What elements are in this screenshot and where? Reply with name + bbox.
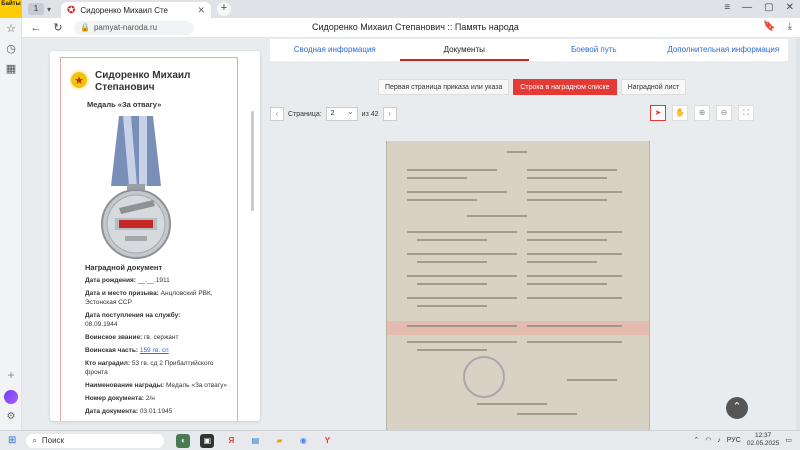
hero-name: Сидоренко Михаил Степанович bbox=[95, 70, 191, 93]
hero-card-frame: ★ Сидоренко Михаил Степанович Медаль «За… bbox=[60, 57, 238, 421]
scanned-document-image[interactable] bbox=[386, 141, 650, 430]
field-draft: Дата и место призыва: Анцловский РВК, Эс… bbox=[85, 290, 213, 306]
page-label: Страница: bbox=[288, 110, 322, 118]
address-bar-actions: 🔖 ⤓ bbox=[763, 21, 792, 32]
history-icon[interactable]: ◷ bbox=[0, 38, 22, 58]
add-panel-icon[interactable]: + bbox=[0, 368, 22, 382]
page-scrollbar[interactable] bbox=[796, 39, 800, 430]
field-awarded-by: Кто наградил: 53 гв. сд 2 Прибалтийского… bbox=[85, 360, 214, 376]
field-doc-date: Дата документа: 03.01.1945 bbox=[85, 408, 173, 415]
alice-assistant-icon[interactable] bbox=[4, 390, 18, 404]
prev-page-button[interactable]: ‹ bbox=[270, 107, 284, 121]
tab-combat-path[interactable]: Боевой путь bbox=[529, 39, 659, 61]
tab-title: Сидоренко Михаил Сте bbox=[80, 5, 168, 15]
bookmarks-icon[interactable]: ☆ bbox=[0, 18, 22, 38]
hand-tool-icon[interactable]: ✋ bbox=[672, 105, 688, 121]
subtab-award-sheet[interactable]: Наградной лист bbox=[620, 79, 687, 95]
back-arrow-icon[interactable]: ← bbox=[28, 22, 44, 34]
widget-icon[interactable]: ◐ bbox=[176, 433, 191, 448]
tab-additional-info[interactable]: Дополнительная информация bbox=[659, 39, 789, 61]
clock[interactable]: 12:37 02.05.2025 bbox=[747, 432, 780, 448]
chrome-icon[interactable]: ◉ bbox=[296, 434, 310, 448]
yandex-icon[interactable]: Y bbox=[320, 434, 334, 448]
section-tabs: Сводная информация Документы Боевой путь… bbox=[270, 39, 788, 61]
zoom-out-icon[interactable]: ⊖ bbox=[716, 105, 732, 121]
field-birth-date: Дата рождения: __.__.1911 bbox=[85, 277, 170, 284]
page-total: из 42 bbox=[361, 110, 379, 118]
field-rank: Воинское звание: гв. сержант bbox=[85, 334, 179, 341]
browser-tab-active[interactable]: ✪ Сидоренко Михаил Сте ✕ bbox=[61, 2, 212, 18]
site-favicon-icon: ✪ bbox=[67, 4, 76, 16]
field-service-start: Дата поступления на службу: 08.09.1944 bbox=[85, 312, 181, 328]
medal-image bbox=[101, 116, 171, 259]
new-tab-button[interactable]: + bbox=[217, 2, 232, 16]
page-select[interactable]: 2 bbox=[325, 106, 358, 121]
menu-icon[interactable]: ≡ bbox=[724, 2, 730, 13]
card-scrollbar[interactable] bbox=[251, 111, 254, 211]
close-window-icon[interactable]: ✕ bbox=[786, 2, 794, 13]
windows-taskbar: ⊞ ⌕ Поиск ◐ ▣ Я ▤ ▰ ◉ Y ⌃ ◠ ♪ РУС 12:37 … bbox=[0, 430, 800, 450]
field-doc-number: Номер документа: 2/н bbox=[85, 395, 155, 402]
star-badge-icon: ★ bbox=[69, 70, 89, 90]
windows-start-icon[interactable]: ⊞ bbox=[8, 435, 16, 446]
page-navigator: ‹ Страница: 2 из 42 › bbox=[270, 106, 397, 121]
highlighted-row bbox=[387, 321, 649, 335]
viewer-tools: ➤ ✋ ⊕ ⊖ ⛶ bbox=[650, 105, 754, 121]
tab-documents[interactable]: Документы bbox=[399, 39, 529, 61]
hero-header: ★ Сидоренко Михаил Степанович bbox=[69, 70, 205, 94]
fit-screen-icon[interactable]: ⛶ bbox=[738, 105, 754, 121]
task-view-icon[interactable]: ▣ bbox=[200, 433, 215, 448]
seal-stamp bbox=[463, 356, 505, 398]
lock-icon: 🔒 bbox=[80, 23, 90, 32]
url-text: pamyat-naroda.ru bbox=[93, 23, 158, 32]
subtab-award-list-row[interactable]: Строка в наградном списке bbox=[513, 79, 617, 95]
notifications-icon[interactable]: ▭ bbox=[785, 436, 792, 444]
download-icon[interactable]: ⤓ bbox=[788, 21, 792, 32]
field-award-name: Наименование награды: Медаль «За отвагу» bbox=[85, 382, 228, 389]
taskbar-apps: ◐ ▣ Я ▤ ▰ ◉ Y bbox=[176, 433, 334, 448]
maximize-icon[interactable]: ▢ bbox=[764, 2, 773, 13]
browser-sidebar: Байты ☆ ◷ ▦ + ⚙ bbox=[0, 0, 22, 430]
url-field[interactable]: 🔒 pamyat-naroda.ru bbox=[74, 20, 194, 35]
window-controls: ≡ — ▢ ✕ bbox=[724, 2, 794, 13]
apps-grid-icon[interactable]: ▦ bbox=[0, 58, 22, 78]
search-icon: ⌕ bbox=[32, 435, 37, 445]
next-page-button[interactable]: › bbox=[382, 107, 397, 121]
chevron-down-icon[interactable]: ▾ bbox=[47, 5, 51, 14]
reload-icon[interactable]: ↻ bbox=[50, 21, 66, 34]
close-icon[interactable]: ✕ bbox=[197, 5, 205, 16]
network-icon[interactable]: ◠ bbox=[705, 436, 711, 444]
award-document-title: Наградной документ bbox=[85, 263, 163, 272]
page-title: Сидоренко Михаил Степанович :: Память на… bbox=[312, 22, 519, 32]
tab-summary[interactable]: Сводная информация bbox=[270, 39, 400, 61]
page-content: ★ Сидоренко Михаил Степанович Медаль «За… bbox=[22, 39, 796, 430]
tab-count-badge[interactable]: 1 bbox=[28, 3, 44, 15]
language-indicator[interactable]: РУС bbox=[727, 437, 741, 444]
chevron-up-icon[interactable]: ⌃ bbox=[693, 436, 699, 444]
field-unit: Воинская часть: 159 гв. сп bbox=[85, 347, 169, 354]
unit-link[interactable]: 159 гв. сп bbox=[140, 347, 169, 354]
cursor-tool-icon[interactable]: ➤ bbox=[650, 105, 666, 121]
file-explorer-icon[interactable]: ▤ bbox=[248, 434, 262, 448]
zoom-in-icon[interactable]: ⊕ bbox=[694, 105, 710, 121]
medal-name: Медаль «За отвагу» bbox=[87, 100, 162, 109]
subtab-order-first-page[interactable]: Первая страница приказа или указа bbox=[378, 79, 510, 95]
award-document-fields: Наградной документ Дата рождения: __.__.… bbox=[85, 263, 233, 420]
yandex-browser-icon[interactable]: Я bbox=[224, 434, 238, 448]
minimize-icon[interactable]: — bbox=[742, 2, 752, 13]
system-tray: ⌃ ◠ ♪ РУС 12:37 02.05.2025 ▭ bbox=[693, 432, 792, 448]
hero-card: ★ Сидоренко Михаил Степанович Медаль «За… bbox=[50, 51, 260, 421]
address-bar: ← ↻ 🔒 pamyat-naroda.ru Сидоренко Михаил … bbox=[22, 18, 800, 38]
sidebar-settings-icon[interactable]: ⚙ bbox=[0, 411, 22, 422]
document-subtabs: Первая страница приказа или указа Строка… bbox=[378, 79, 687, 95]
volume-icon[interactable]: ♪ bbox=[717, 437, 721, 444]
taskbar-search[interactable]: ⌕ Поиск bbox=[26, 433, 165, 448]
folder-icon[interactable]: ▰ bbox=[272, 434, 286, 448]
bookmark-icon[interactable]: 🔖 bbox=[763, 21, 775, 32]
tab-bar: 1 ▾ ✪ Сидоренко Михаил Сте ✕ + ≡ — ▢ ✕ bbox=[22, 0, 800, 18]
browser-logo[interactable]: Байты bbox=[0, 0, 22, 18]
scroll-to-top-button[interactable]: ⌃ bbox=[726, 397, 748, 419]
